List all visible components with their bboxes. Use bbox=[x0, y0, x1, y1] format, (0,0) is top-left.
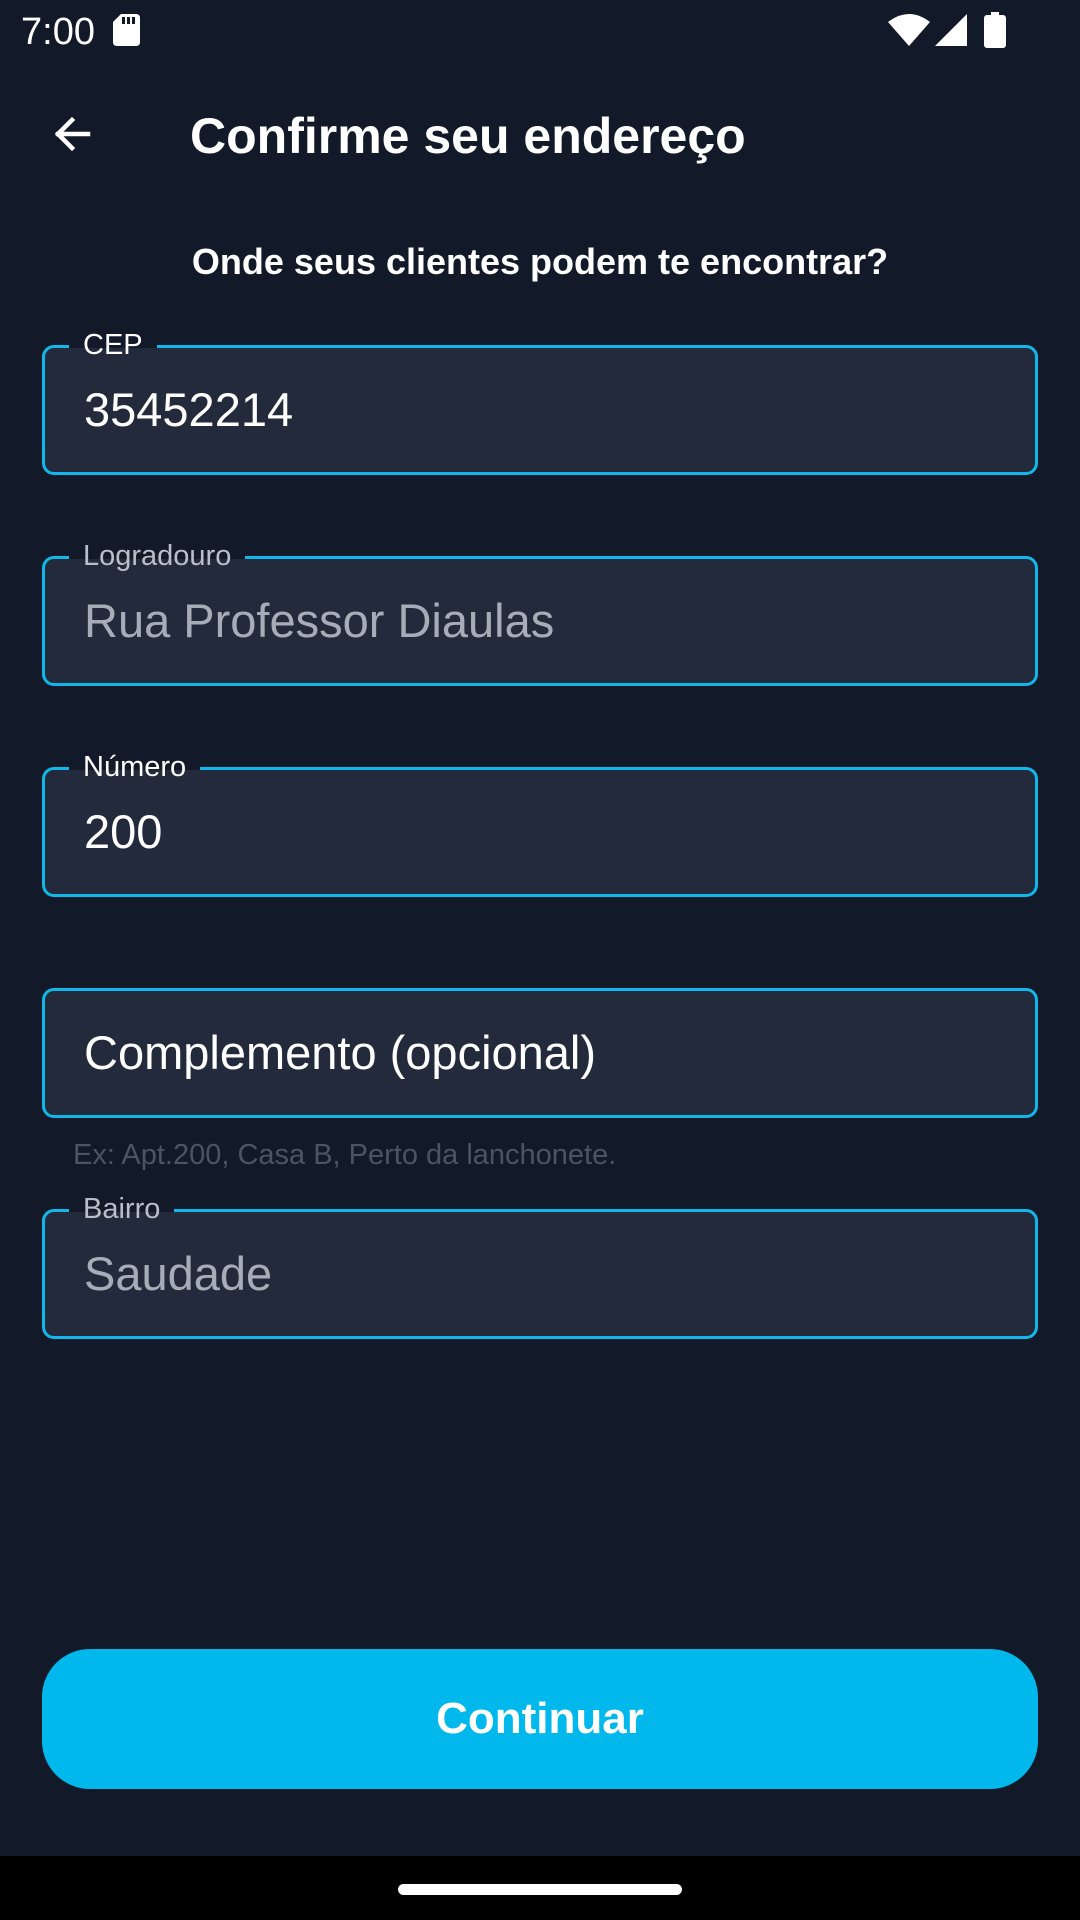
status-time: 7:00 bbox=[21, 11, 95, 53]
continue-button[interactable]: Continuar bbox=[42, 1649, 1038, 1789]
status-bar: 7:00 bbox=[0, 0, 1080, 64]
arrow-left-icon bbox=[54, 116, 91, 152]
wifi-icon bbox=[888, 14, 930, 46]
cell-signal-icon bbox=[935, 14, 967, 46]
page-title: Confirme seu endereço bbox=[190, 108, 746, 164]
complemento-helper-text: Ex: Apt.200, Casa B, Perto da lanchonete… bbox=[73, 1139, 617, 1171]
cep-field[interactable]: CEP 35452214 bbox=[42, 326, 1038, 475]
back-button[interactable] bbox=[34, 96, 110, 172]
cep-value: 35452214 bbox=[84, 383, 294, 436]
numero-field[interactable]: Número 200 bbox=[42, 748, 1038, 897]
logradouro-value: Rua Professor Diaulas bbox=[84, 594, 555, 647]
battery-icon bbox=[984, 12, 1006, 48]
complemento-placeholder: Complemento (opcional) bbox=[84, 1026, 597, 1079]
bairro-field[interactable]: Bairro Saudade bbox=[42, 1190, 1038, 1339]
home-indicator[interactable] bbox=[398, 1884, 682, 1895]
page-subtitle: Onde seus clientes podem te encontrar? bbox=[191, 241, 889, 282]
bairro-value: Saudade bbox=[84, 1247, 273, 1300]
numero-value: 200 bbox=[84, 805, 163, 858]
complemento-field[interactable]: Complemento (opcional) bbox=[42, 988, 1038, 1118]
sd-card-icon bbox=[113, 14, 140, 46]
logradouro-field[interactable]: Logradouro Rua Professor Diaulas bbox=[42, 537, 1038, 686]
